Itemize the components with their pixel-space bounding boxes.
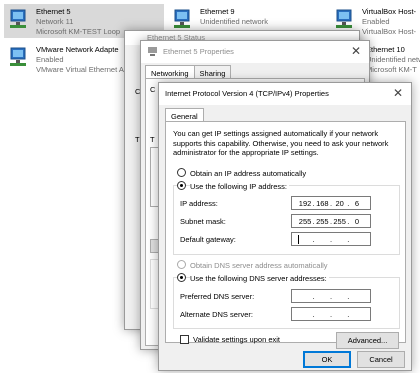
properties-window-title: Ethernet 5 Properties — [163, 47, 234, 56]
validate-label[interactable]: Validate settings upon exit — [193, 335, 280, 344]
auto-dns-label: Obtain DNS server address automatically — [190, 261, 328, 270]
adapter-status: Unidentified network — [200, 17, 268, 26]
subnet-mask-label: Subnet mask: — [180, 217, 226, 226]
adapter-status: Enabled — [362, 17, 390, 26]
auto-ip-label[interactable]: Obtain an IP address automatically — [190, 169, 306, 178]
use-dns-radio[interactable] — [177, 273, 186, 282]
general-panel: You can get IP settings assigned automat… — [165, 121, 406, 349]
subnet-mask-field[interactable]: 255. 255. 255. 0 — [291, 214, 371, 228]
adapter-name: VirtualBox Host- — [362, 7, 417, 16]
adapter-device: VirtualBox Host- — [362, 27, 417, 36]
adapter-status: Unidentified netw — [366, 55, 420, 64]
adapter-status: Enabled — [36, 55, 64, 64]
use-ip-radio[interactable] — [177, 181, 186, 190]
default-gateway-label: Default gateway: — [180, 235, 236, 244]
auto-ip-radio[interactable] — [177, 168, 186, 177]
network-adapter-icon — [10, 9, 26, 28]
preferred-dns-label: Preferred DNS server: — [180, 292, 255, 301]
adapter-device: Microsoft KM-T — [366, 65, 417, 74]
network-icon — [148, 47, 157, 56]
validate-checkbox[interactable] — [180, 335, 189, 344]
adapter-vmware[interactable]: VMware Network Adapte Enabled VMware Vir… — [4, 42, 134, 76]
adapter-name: Ethernet 5 — [36, 7, 71, 16]
properties-partial-t: T — [150, 135, 155, 144]
network-adapter-icon — [174, 9, 190, 28]
network-adapter-icon — [336, 9, 352, 28]
properties-partial-c: C — [150, 85, 156, 94]
advanced-button[interactable]: Advanced... — [336, 332, 399, 349]
alternate-dns-label: Alternate DNS server: — [180, 310, 253, 319]
ip-address-field[interactable]: 192. 168. 20. 6 — [291, 196, 371, 210]
adapter-device: Microsoft KM-TEST Loop — [36, 27, 121, 36]
properties-titlebar: Ethernet 5 Properties ✕ — [141, 41, 369, 63]
ipv4-properties-window: Internet Protocol Version 4 (TCP/IPv4) P… — [158, 82, 412, 371]
adapter-device: VMware Virtual Ethernet A — [36, 65, 124, 74]
alternate-dns-field[interactable]: . . . — [291, 307, 371, 321]
preferred-dns-field[interactable]: . . . — [291, 289, 371, 303]
auto-dns-radio — [177, 260, 186, 269]
dns-groupbox — [173, 277, 400, 329]
ipv4-window-title: Internet Protocol Version 4 (TCP/IPv4) P… — [165, 89, 329, 98]
ok-button[interactable]: OK — [303, 351, 351, 368]
use-ip-label[interactable]: Use the following IP address: — [190, 182, 289, 191]
use-dns-label[interactable]: Use the following DNS server addresses: — [190, 274, 329, 283]
default-gateway-field[interactable]: . . . — [291, 232, 371, 246]
adapter-name: VMware Network Adapte — [36, 45, 119, 54]
network-adapter-icon — [10, 47, 26, 66]
cancel-button[interactable]: Cancel — [357, 351, 405, 368]
adapter-name: Ethernet 10 — [366, 45, 405, 54]
ip-address-label: IP address: — [180, 199, 218, 208]
close-icon[interactable]: ✕ — [351, 44, 361, 58]
ipv4-description: You can get IP settings assigned automat… — [173, 129, 389, 157]
ipv4-titlebar: Internet Protocol Version 4 (TCP/IPv4) P… — [159, 83, 411, 105]
adapter-name: Ethernet 9 — [200, 7, 235, 16]
adapter-status: Network 11 — [36, 17, 74, 26]
close-icon[interactable]: ✕ — [393, 86, 403, 100]
